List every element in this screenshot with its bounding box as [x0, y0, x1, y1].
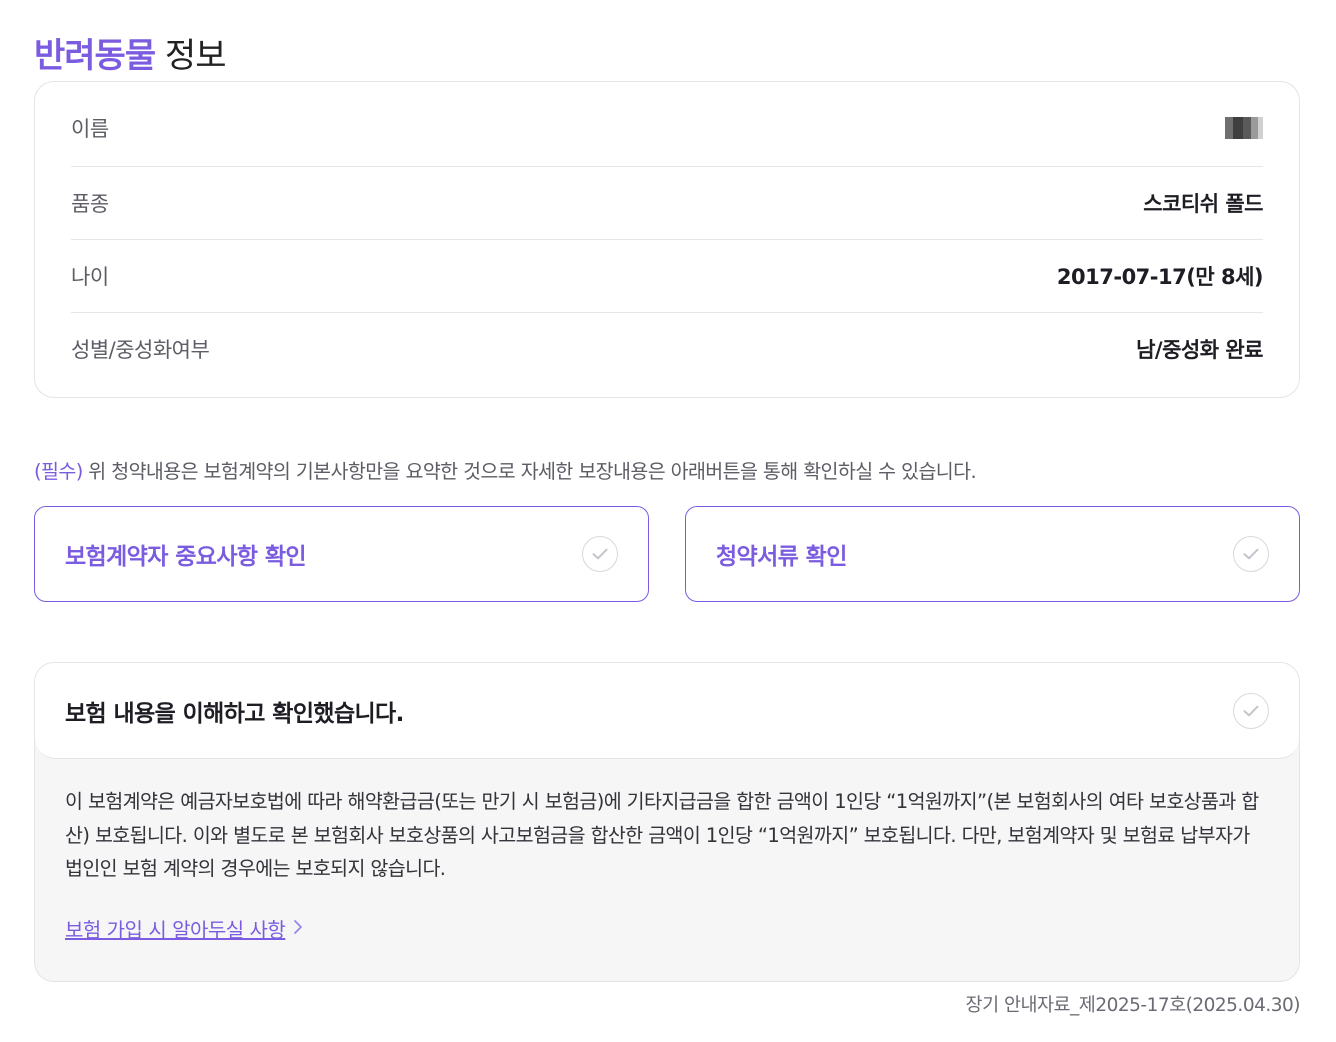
acknowledge-card: 보험 내용을 이해하고 확인했습니다. 이 보험계약은 예금자보호법에 따라 해… — [34, 662, 1300, 982]
acknowledge-toggle[interactable]: 보험 내용을 이해하고 확인했습니다. — [35, 663, 1299, 759]
section-title: 반려동물 정보 — [34, 28, 227, 77]
check-icon — [582, 536, 618, 572]
required-notice: (필수) 위 청약내용은 보험계약의 기본사항만을 요약한 것으로 자세한 보장… — [34, 455, 977, 484]
info-label-breed: 품종 — [71, 192, 109, 216]
notice-link[interactable]: 보험 가입 시 알아두실 사항 — [65, 914, 303, 943]
chevron-right-icon — [293, 916, 303, 940]
info-row-name: 이름 — [71, 82, 1263, 167]
info-row-sex: 성별/중성화여부 남/중성화 완료 — [71, 313, 1263, 385]
important-items-button[interactable]: 보험계약자 중요사항 확인 — [34, 506, 649, 602]
required-tag: (필수) — [34, 460, 83, 483]
info-label-name: 이름 — [71, 117, 109, 141]
deposit-protection-text: 이 보험계약은 예금자보호법에 따라 해약환급금(또는 만기 시 보험금)에 기… — [65, 790, 1259, 880]
pet-name-redacted — [1225, 117, 1263, 139]
info-label-sex: 성별/중성화여부 — [71, 338, 210, 362]
documents-label: 청약서류 확인 — [716, 544, 847, 570]
check-icon — [1233, 692, 1269, 729]
acknowledge-body: 이 보험계약은 예금자보호법에 따라 해약환급금(또는 만기 시 보험금)에 기… — [35, 759, 1299, 943]
section-title-rest: 정보 — [155, 36, 227, 76]
check-icon — [1233, 536, 1269, 572]
info-row-age: 나이 2017-07-17(만 8세) — [71, 240, 1264, 313]
pet-info-card: 이름 품종 스코티쉬 폴드 나이 2017-07-17(만 8세) 성별/중성화… — [34, 81, 1300, 398]
acknowledge-label: 보험 내용을 이해하고 확인했습니다. — [65, 700, 404, 727]
section-title-accent: 반려동물 — [34, 36, 156, 76]
info-value-sex: 남/중성화 완료 — [1136, 338, 1263, 362]
info-value-age: 2017-07-17(만 8세) — [1056, 265, 1264, 289]
notice-text: 위 청약내용은 보험계약의 기본사항만을 요약한 것으로 자세한 보장내용은 아… — [82, 460, 977, 483]
info-label-age: 나이 — [71, 265, 109, 289]
notice-link-label: 보험 가입 시 알아두실 사항 — [65, 917, 286, 942]
info-value-breed: 스코티쉬 폴드 — [1143, 192, 1263, 216]
important-items-label: 보험계약자 중요사항 확인 — [65, 544, 307, 570]
info-row-breed: 품종 스코티쉬 폴드 — [71, 167, 1263, 240]
documents-button[interactable]: 청약서류 확인 — [685, 506, 1300, 602]
pet-info-page: 반려동물 정보 이름 품종 스코티쉬 폴드 나이 2017-07-17(만 8세… — [0, 0, 1336, 1042]
document-reference: 장기 안내자료_제2025-17호(2025.04.30) — [965, 995, 1301, 1016]
